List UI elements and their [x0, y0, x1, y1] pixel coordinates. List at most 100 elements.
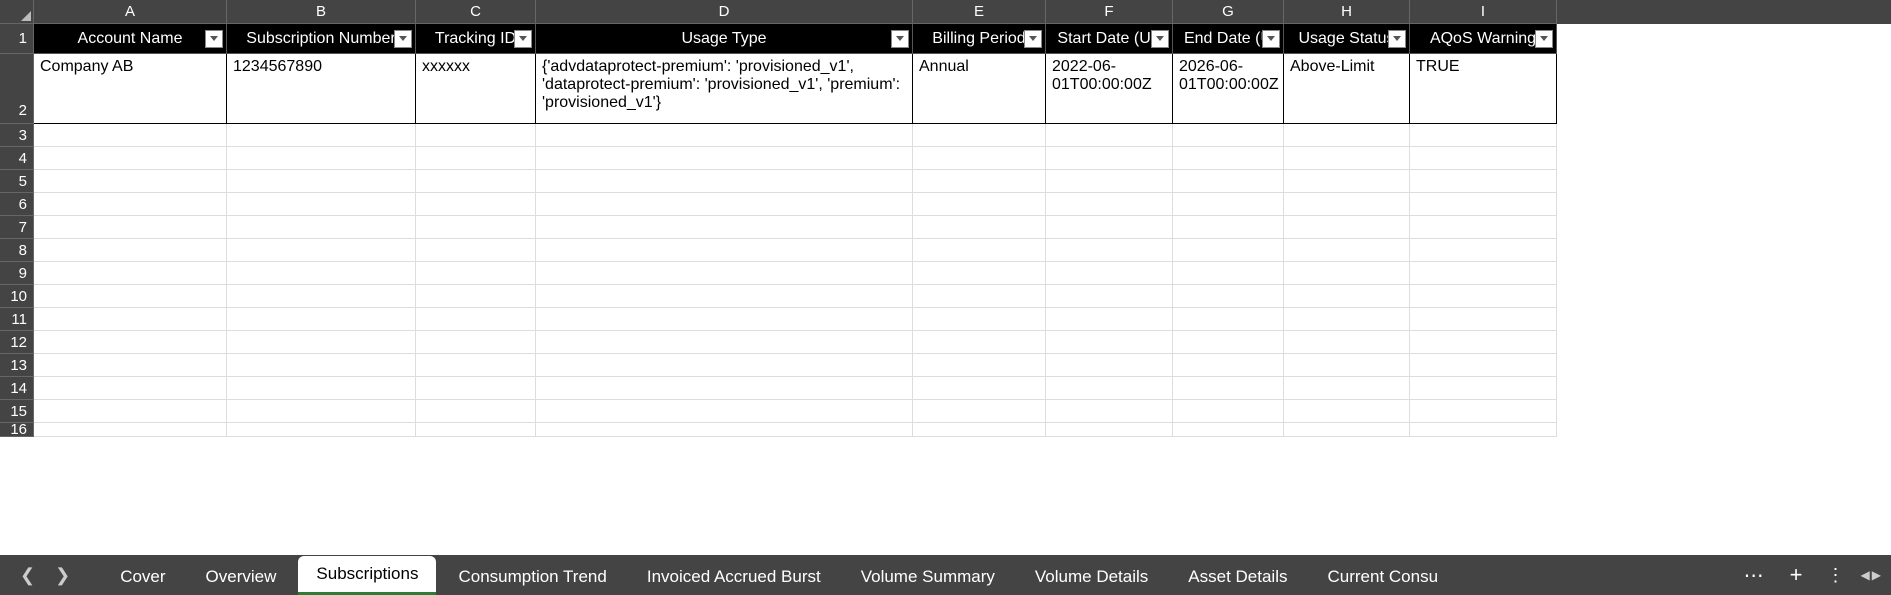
empty-cell[interactable]	[536, 400, 913, 423]
header-cell-tracking-id[interactable]: Tracking ID	[416, 24, 536, 54]
column-header-C[interactable]: C	[416, 0, 536, 24]
filter-button-usage-status[interactable]	[1388, 30, 1406, 48]
empty-cell[interactable]	[1173, 400, 1284, 423]
empty-cell[interactable]	[1410, 216, 1557, 239]
row-header-5[interactable]: 5	[0, 170, 34, 193]
header-cell-billing-period[interactable]: Billing Period	[913, 24, 1046, 54]
empty-cell[interactable]	[913, 400, 1046, 423]
empty-cell[interactable]	[1046, 377, 1173, 400]
empty-cell[interactable]	[227, 308, 416, 331]
empty-cell[interactable]	[416, 262, 536, 285]
column-header-G[interactable]: G	[1173, 0, 1284, 24]
cell-aqos-warning[interactable]: TRUE	[1410, 54, 1557, 124]
empty-cell[interactable]	[1046, 285, 1173, 308]
cell-usage-status[interactable]: Above-Limit	[1284, 54, 1410, 124]
empty-cell[interactable]	[1046, 170, 1173, 193]
empty-cell[interactable]	[1046, 216, 1173, 239]
empty-cell[interactable]	[913, 124, 1046, 147]
empty-cell[interactable]	[34, 216, 227, 239]
empty-cell[interactable]	[1173, 216, 1284, 239]
empty-cell[interactable]	[913, 147, 1046, 170]
empty-cell[interactable]	[1173, 423, 1284, 437]
empty-cell[interactable]	[227, 400, 416, 423]
empty-cell[interactable]	[34, 377, 227, 400]
empty-cell[interactable]	[1410, 147, 1557, 170]
empty-cell[interactable]	[1284, 377, 1410, 400]
empty-cell[interactable]	[1046, 262, 1173, 285]
empty-cell[interactable]	[913, 239, 1046, 262]
empty-cell[interactable]	[416, 170, 536, 193]
empty-cell[interactable]	[227, 216, 416, 239]
row-header-11[interactable]: 11	[0, 308, 34, 331]
sheet-tab-consumption-trend[interactable]: Consumption Trend	[440, 559, 624, 595]
tab-nav-prev-icon[interactable]: ❮	[20, 565, 35, 586]
empty-cell[interactable]	[227, 354, 416, 377]
row-header-10[interactable]: 10	[0, 285, 34, 308]
sheet-tab-asset-details[interactable]: Asset Details	[1170, 559, 1305, 595]
empty-cell[interactable]	[227, 423, 416, 437]
empty-cell[interactable]	[1410, 331, 1557, 354]
empty-cell[interactable]	[416, 124, 536, 147]
empty-cell[interactable]	[227, 285, 416, 308]
add-sheet-button[interactable]: +	[1776, 562, 1817, 588]
empty-cell[interactable]	[227, 124, 416, 147]
scroll-right-icon[interactable]: ▶	[1872, 568, 1881, 582]
empty-cell[interactable]	[1410, 354, 1557, 377]
empty-cell[interactable]	[416, 423, 536, 437]
row-header-2[interactable]: 2	[0, 54, 34, 124]
empty-cell[interactable]	[1410, 170, 1557, 193]
row-header-14[interactable]: 14	[0, 377, 34, 400]
filter-button-usage-type[interactable]	[891, 30, 909, 48]
empty-cell[interactable]	[1173, 262, 1284, 285]
empty-cell[interactable]	[34, 262, 227, 285]
empty-cell[interactable]	[1046, 308, 1173, 331]
filter-button-tracking-id[interactable]	[514, 30, 532, 48]
empty-cell[interactable]	[536, 377, 913, 400]
empty-cell[interactable]	[1046, 239, 1173, 262]
tab-nav-next-icon[interactable]: ❯	[55, 565, 70, 586]
cell-subscription-number[interactable]: 1234567890	[227, 54, 416, 124]
empty-cell[interactable]	[227, 239, 416, 262]
empty-cell[interactable]	[227, 193, 416, 216]
empty-cell[interactable]	[34, 285, 227, 308]
filter-button-billing-period[interactable]	[1024, 30, 1042, 48]
row-header-16[interactable]: 16	[0, 423, 34, 437]
empty-cell[interactable]	[1173, 124, 1284, 147]
tab-overflow-button[interactable]: ⋯	[1734, 563, 1776, 588]
column-header-B[interactable]: B	[227, 0, 416, 24]
row-header-4[interactable]: 4	[0, 147, 34, 170]
row-header-9[interactable]: 9	[0, 262, 34, 285]
empty-cell[interactable]	[1410, 308, 1557, 331]
sheet-tab-volume-summary[interactable]: Volume Summary	[843, 559, 1013, 595]
empty-cell[interactable]	[1173, 285, 1284, 308]
row-header-1[interactable]: 1	[0, 24, 34, 54]
empty-cell[interactable]	[1284, 216, 1410, 239]
empty-cell[interactable]	[34, 308, 227, 331]
empty-cell[interactable]	[416, 331, 536, 354]
empty-cell[interactable]	[1173, 193, 1284, 216]
empty-cell[interactable]	[1046, 423, 1173, 437]
sheet-tab-subscriptions[interactable]: Subscriptions	[298, 556, 436, 595]
cell-end-date[interactable]: 2026-06-01T00:00:00Z	[1173, 54, 1284, 124]
empty-cell[interactable]	[1173, 239, 1284, 262]
row-header-6[interactable]: 6	[0, 193, 34, 216]
header-cell-end-date[interactable]: End Date (U	[1173, 24, 1284, 54]
empty-cell[interactable]	[34, 354, 227, 377]
empty-cell[interactable]	[227, 170, 416, 193]
cell-usage-type[interactable]: {'advdataprotect-premium': 'provisioned_…	[536, 54, 913, 124]
sheet-tab-volume-details[interactable]: Volume Details	[1017, 559, 1166, 595]
select-all-corner[interactable]	[0, 0, 34, 24]
row-header-12[interactable]: 12	[0, 331, 34, 354]
empty-cell[interactable]	[416, 216, 536, 239]
column-header-H[interactable]: H	[1284, 0, 1410, 24]
sheet-tab-cover[interactable]: Cover	[102, 559, 183, 595]
sheet-tab-overview[interactable]: Overview	[188, 559, 295, 595]
empty-cell[interactable]	[416, 400, 536, 423]
empty-cell[interactable]	[1284, 354, 1410, 377]
empty-cell[interactable]	[34, 400, 227, 423]
empty-cell[interactable]	[1284, 423, 1410, 437]
filter-button-start-date[interactable]	[1151, 30, 1169, 48]
empty-cell[interactable]	[913, 170, 1046, 193]
header-cell-usage-status[interactable]: Usage Status	[1284, 24, 1410, 54]
empty-cell[interactable]	[227, 331, 416, 354]
